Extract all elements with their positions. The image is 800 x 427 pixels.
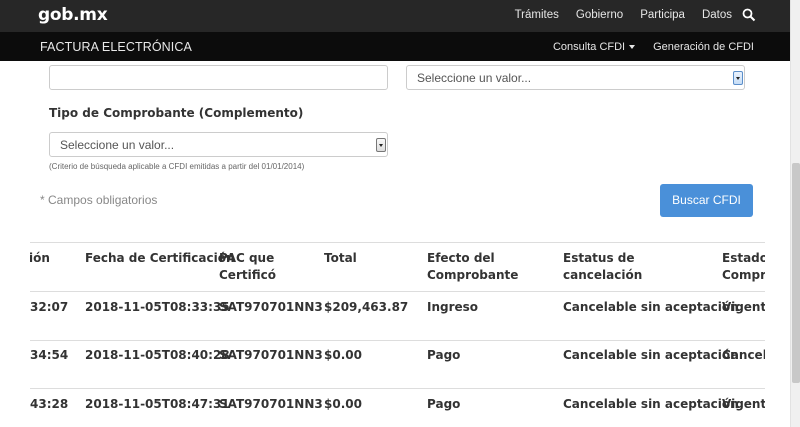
nav-participa[interactable]: Participa <box>640 9 685 21</box>
header-text: Efecto del <box>427 251 495 265</box>
required-fields-note: * Campos obligatorios <box>40 193 158 207</box>
table-divider <box>30 340 765 341</box>
dropdown-arrow-icon[interactable] <box>376 138 386 152</box>
cell-efecto: Pago <box>427 348 461 362</box>
table-divider <box>30 388 765 389</box>
cell-estatus: Cancelable sin aceptación <box>563 300 739 314</box>
cell-estatus: Cancelable sin aceptación <box>563 348 739 362</box>
table-divider <box>30 242 765 243</box>
chevron-down-icon <box>629 45 636 50</box>
page-scrollbar[interactable] <box>790 0 800 427</box>
tipo-comprobante-select[interactable]: Seleccione un valor... <box>49 132 388 157</box>
table-divider <box>30 291 765 292</box>
header-text: Estatus de <box>563 251 635 265</box>
nav-gobierno[interactable]: Gobierno <box>576 9 623 21</box>
col-header-efecto: Efecto del Comprobante <box>427 250 518 284</box>
cell-hora: 34:54 <box>30 348 69 362</box>
nav-datos[interactable]: Datos <box>702 9 732 21</box>
section-nav: Consulta CFDI Generación de CFDI <box>517 41 754 53</box>
col-header-estatus: Estatus de cancelación <box>563 250 642 284</box>
cell-hora: 32:07 <box>30 300 69 314</box>
select-placeholder: Seleccione un valor... <box>417 71 532 85</box>
nav-consulta-cfdi[interactable]: Consulta CFDI <box>535 41 636 53</box>
select-field-top[interactable]: Seleccione un valor... <box>406 65 745 90</box>
header-text: Fecha de Certificación <box>85 251 235 265</box>
cell-estado: Vigente <box>722 397 765 411</box>
header-text: ión <box>30 251 50 265</box>
col-header-estado: Estado Compro <box>722 250 765 284</box>
scrollbar-thumb[interactable] <box>792 163 800 383</box>
col-header-hora: ión <box>30 250 50 267</box>
dropdown-arrow-icon[interactable] <box>733 71 743 85</box>
search-icon[interactable] <box>742 8 756 22</box>
search-cfdi-button[interactable]: Buscar CFDI <box>660 184 753 217</box>
cell-hora: 43:28 <box>30 397 69 411</box>
brand-logo[interactable]: gob.mx <box>38 5 108 25</box>
header-text: Comprobante <box>427 268 519 282</box>
cell-total: $0.00 <box>324 348 362 362</box>
results-table: ión Fecha de Certificación PAC que Certif… <box>30 242 765 427</box>
header-text: Total <box>324 251 357 265</box>
cell-estado: Cancela <box>722 348 765 362</box>
header-text: Estado <box>722 251 765 265</box>
cell-pac: SAT970701NN3 <box>219 397 323 411</box>
section-title[interactable]: FACTURA ELECTRÓNICA <box>40 40 192 54</box>
col-header-fecha-cert: Fecha de Certificación <box>85 250 235 267</box>
tipo-comprobante-label: Tipo de Comprobante (Complemento) <box>49 106 304 120</box>
cell-fecha-cert: 2018-11-05T08:47:31 <box>85 397 230 411</box>
section-navbar: FACTURA ELECTRÓNICA Consulta CFDI Genera… <box>0 32 790 61</box>
cell-total: $0.00 <box>324 397 362 411</box>
top-nav: Trámites Gobierno Participa Datos <box>498 9 732 21</box>
cell-estatus: Cancelable sin aceptación <box>563 397 739 411</box>
cell-pac: SAT970701NN3 <box>219 348 323 362</box>
cell-fecha-cert: 2018-11-05T08:40:28 <box>85 348 230 362</box>
cell-estado: Vigente <box>722 300 765 314</box>
cell-efecto: Ingreso <box>427 300 479 314</box>
header-text: Certificó <box>219 268 276 282</box>
search-hint: (Criterio de búsqueda aplicable a CFDI e… <box>49 162 305 171</box>
cell-efecto: Pago <box>427 397 461 411</box>
nav-consulta-cfdi-label: Consulta CFDI <box>552 41 626 53</box>
nav-tramites[interactable]: Trámites <box>515 9 559 21</box>
cell-total: $209,463.87 <box>324 300 409 314</box>
nav-generacion-cfdi[interactable]: Generación de CFDI <box>653 41 754 53</box>
cell-pac: SAT970701NN3 <box>219 300 323 314</box>
col-header-pac: PAC que Certificó <box>219 250 276 284</box>
text-input[interactable] <box>49 65 388 90</box>
header-text: Compro <box>722 268 765 282</box>
top-navbar: gob.mx Trámites Gobierno Participa Datos <box>0 0 790 32</box>
header-text: cancelación <box>563 268 643 282</box>
cell-fecha-cert: 2018-11-05T08:33:35 <box>85 300 230 314</box>
select-placeholder: Seleccione un valor... <box>60 138 175 152</box>
header-text: PAC que <box>219 251 275 265</box>
col-header-total: Total <box>324 250 357 267</box>
